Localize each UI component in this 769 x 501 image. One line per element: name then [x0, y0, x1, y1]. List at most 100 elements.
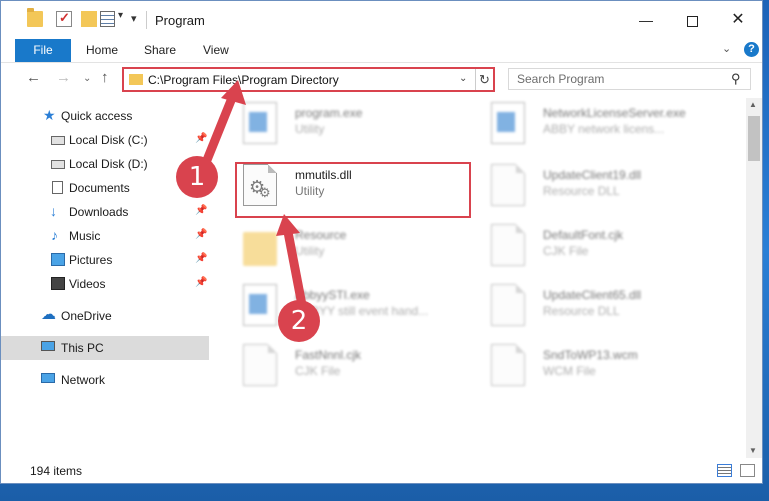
status-bar: 194 items: [1, 459, 762, 483]
up-button[interactable]: ↑: [101, 69, 109, 86]
sidebar-item-label: This PC: [61, 341, 104, 355]
file-item[interactable]: FastNnnl.cjk CJK File: [235, 340, 475, 400]
file-item[interactable]: UpdateClient19.dll Resource DLL: [483, 160, 723, 220]
file-type: ABBY network licens...: [543, 122, 665, 136]
maximize-button[interactable]: [669, 1, 715, 39]
sidebar-item-label: Local Disk (C:): [69, 133, 148, 147]
music-icon: ♪: [51, 227, 58, 243]
file-item[interactable]: Resource Utility: [235, 220, 475, 280]
search-input[interactable]: Search Program ⚲: [508, 68, 751, 90]
details-icon[interactable]: [100, 11, 115, 27]
sidebar-item-local-disk-c[interactable]: Local Disk (C:) 📌: [1, 128, 209, 152]
qa-dropdown-icon[interactable]: ▾: [118, 10, 123, 21]
file-item[interactable]: DefaultFont.cjk CJK File: [483, 220, 723, 280]
pin-icon[interactable]: 📌: [195, 253, 207, 264]
close-button[interactable]: ✕: [715, 1, 761, 39]
file-icon: [243, 344, 277, 386]
tab-share[interactable]: Share: [144, 43, 176, 57]
file-type: Resource DLL: [543, 304, 620, 318]
sidebar-item-quick-access[interactable]: ★ Quick access: [1, 104, 209, 128]
sidebar-item-label: OneDrive: [61, 309, 112, 323]
forward-button[interactable]: →: [56, 69, 71, 86]
sidebar-item-label: Documents: [69, 181, 130, 195]
window-title: Program: [155, 13, 205, 28]
title-divider: [146, 11, 147, 29]
expand-ribbon-icon[interactable]: ⌄: [722, 42, 731, 55]
sidebar-item-label: Downloads: [69, 205, 129, 219]
computer-icon: [41, 341, 55, 351]
folder-icon[interactable]: [27, 8, 43, 27]
file-type: CJK File: [543, 244, 589, 258]
navigation-pane: ★ Quick access Local Disk (C:) 📌 Local D…: [1, 98, 213, 458]
scroll-down-icon[interactable]: ▼: [749, 446, 757, 455]
refresh-button[interactable]: ↻: [475, 69, 493, 90]
file-icon: [491, 224, 525, 266]
sidebar-item-videos[interactable]: Videos 📌: [1, 272, 209, 296]
address-path[interactable]: C:\Program Files\Program Directory: [148, 73, 339, 87]
sidebar-item-network[interactable]: Network: [1, 368, 209, 392]
sidebar-item-label: Local Disk (D:): [69, 157, 148, 171]
pin-icon[interactable]: 📌: [195, 133, 207, 144]
sidebar-item-label: Network: [61, 373, 106, 387]
network-icon: [41, 373, 55, 383]
sidebar-item-onedrive[interactable]: ☁ OneDrive: [1, 304, 209, 328]
sidebar-item-label: Music: [69, 229, 101, 243]
file-list: program.exe Utility NetworkLicenseServer…: [213, 98, 746, 458]
qa-customize-icon[interactable]: ▾: [131, 12, 137, 25]
help-icon[interactable]: ?: [744, 42, 759, 57]
properties-check-icon[interactable]: [56, 10, 72, 27]
search-icon[interactable]: ⚲: [731, 71, 741, 87]
file-type: Resource DLL: [543, 184, 620, 198]
tab-view[interactable]: View: [203, 43, 229, 57]
details-view-icon[interactable]: [717, 464, 732, 477]
sidebar-item-downloads[interactable]: ↓ Downloads 📌: [1, 200, 209, 224]
file-name: NetworkLicenseServer.exe: [543, 106, 686, 120]
item-count: 194 items: [30, 464, 83, 478]
pin-icon[interactable]: 📌: [195, 205, 207, 216]
scroll-up-icon[interactable]: ▲: [749, 100, 757, 109]
address-dropdown-icon[interactable]: ⌄: [459, 73, 467, 84]
file-item[interactable]: SndToWP13.wcm WCM File: [483, 340, 723, 400]
file-name: program.exe: [295, 106, 363, 120]
file-item[interactable]: UpdateClient65.dll Resource DLL: [483, 280, 723, 340]
star-icon: ★: [43, 107, 56, 123]
file-item[interactable]: AbbyySTI.exe ABBYY still event hand...: [235, 280, 475, 340]
new-folder-icon[interactable]: [81, 11, 97, 27]
vertical-scrollbar[interactable]: ▲ ▼: [746, 98, 762, 458]
callout-step-2: 2: [278, 300, 320, 342]
large-icons-view-icon[interactable]: [740, 464, 755, 477]
file-icon: [491, 344, 525, 386]
ribbon-tabs: File Home Share View ⌄ ?: [1, 39, 762, 63]
application-icon: [243, 102, 277, 144]
callout-step-1: 1: [176, 156, 218, 198]
tab-home[interactable]: Home: [86, 43, 118, 57]
sidebar-item-music[interactable]: ♪ Music 📌: [1, 224, 209, 248]
recent-locations-button[interactable]: ⌄: [83, 73, 91, 84]
cloud-icon: ☁: [41, 306, 56, 323]
tab-file[interactable]: File: [15, 39, 71, 62]
file-name: Resource: [295, 228, 347, 242]
file-name: SndToWP13.wcm: [543, 348, 638, 362]
file-name: FastNnnl.cjk: [295, 348, 362, 362]
file-item[interactable]: program.exe Utility: [235, 98, 475, 158]
file-name: UpdateClient65.dll: [543, 288, 642, 302]
sidebar-item-this-pc[interactable]: This PC: [1, 336, 209, 360]
navigation-bar: ← → ⌄ ↑ C:\Program Files\Program Directo…: [1, 64, 762, 94]
address-bar[interactable]: C:\Program Files\Program Directory ⌄ ↻: [122, 67, 495, 92]
application-icon: [243, 284, 277, 326]
scroll-thumb[interactable]: [748, 116, 760, 161]
minimize-button[interactable]: —: [623, 1, 669, 39]
search-placeholder: Search Program: [517, 72, 605, 86]
file-name: AbbyySTI.exe: [295, 288, 370, 302]
file-type: CJK File: [295, 364, 341, 378]
pin-icon[interactable]: 📌: [195, 277, 207, 288]
pin-icon[interactable]: 📌: [195, 229, 207, 240]
file-type: Utility: [295, 244, 325, 258]
sidebar-item-label: Pictures: [69, 253, 113, 267]
sidebar-item-pictures[interactable]: Pictures 📌: [1, 248, 209, 272]
back-button[interactable]: ←: [26, 69, 41, 86]
file-item[interactable]: NetworkLicenseServer.exe ABBY network li…: [483, 98, 723, 158]
folder-icon: [129, 74, 143, 85]
sidebar-item-label: Videos: [69, 277, 106, 291]
videos-icon: [51, 277, 65, 290]
